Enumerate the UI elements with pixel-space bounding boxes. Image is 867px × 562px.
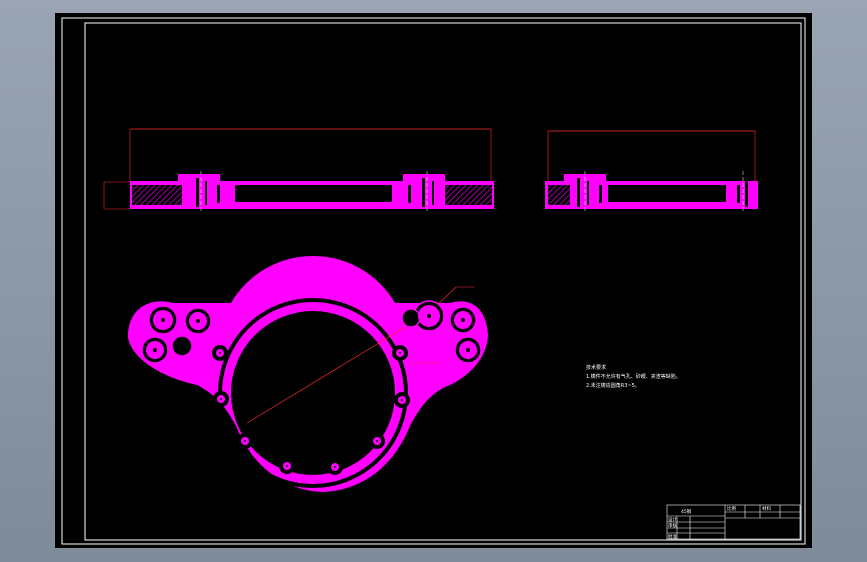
title-checked: 审核 [668,522,677,529]
cad-drawing-viewport[interactable]: 技术要求 1.铸件不允许有气孔、砂眼、夹渣等缺陷。 2.未注铸造圆角R3~5。 … [55,13,812,548]
technical-notes: 技术要求 1.铸件不允许有气孔、砂眼、夹渣等缺陷。 2.未注铸造圆角R3~5。 [586,364,681,389]
front-view [103,128,494,211]
title-designed: 设计 [668,516,677,523]
notes-heading: 技术要求 [586,364,606,371]
title-approved: 批准 [668,533,677,540]
title-part-name: 45钢 [681,508,692,515]
notes-line-1: 1.铸件不允许有气孔、砂眼、夹渣等缺陷。 [586,373,681,380]
outer-border [61,17,806,545]
side-view [545,130,758,211]
title-material-label: 材料 [762,505,771,512]
inner-border [84,22,802,541]
title-scale-label: 比例 [727,505,736,512]
top-view [127,255,488,492]
notes-line-2: 2.未注铸造圆角R3~5。 [586,382,640,389]
